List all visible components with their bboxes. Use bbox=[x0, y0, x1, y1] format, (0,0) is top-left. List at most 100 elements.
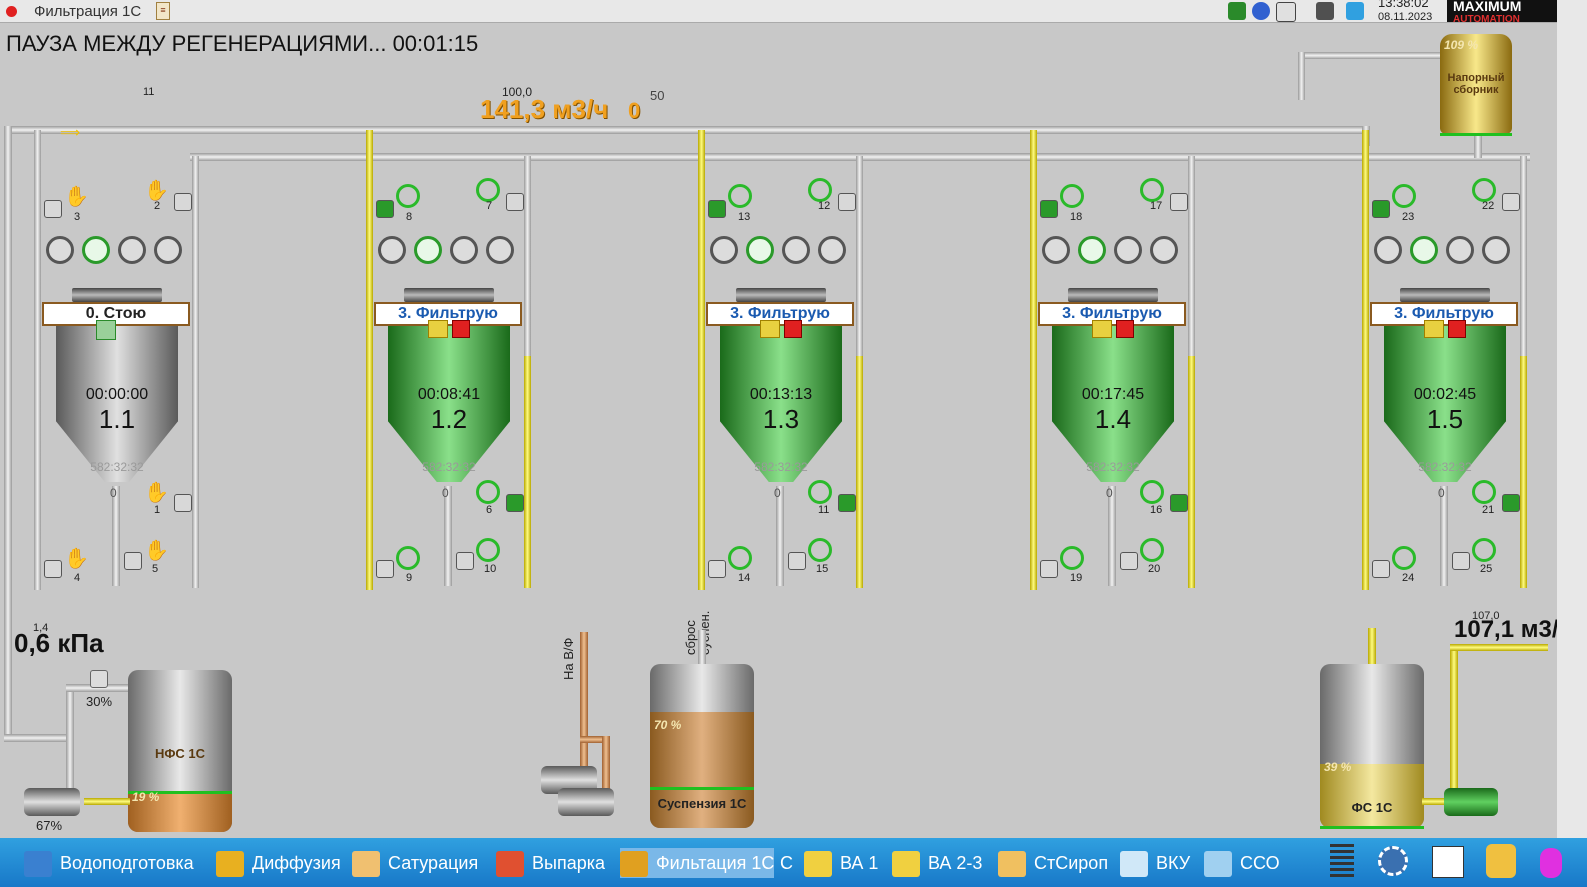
stop-icon[interactable] bbox=[1448, 320, 1466, 338]
valve-15[interactable] bbox=[788, 552, 806, 570]
auto-mode-icon[interactable] bbox=[1472, 178, 1496, 202]
valve-23[interactable] bbox=[1372, 200, 1390, 218]
auto-mode-icon[interactable] bbox=[476, 178, 500, 202]
plus-icon[interactable] bbox=[1228, 2, 1246, 20]
pause-icon[interactable] bbox=[760, 320, 780, 338]
auto-mode-icon[interactable] bbox=[1140, 538, 1164, 562]
document-icon[interactable]: ≡ bbox=[156, 2, 170, 20]
auto-mode-icon[interactable] bbox=[728, 184, 752, 208]
chat-icon[interactable] bbox=[1252, 2, 1270, 20]
valve-21[interactable] bbox=[1502, 494, 1520, 512]
valve-11[interactable] bbox=[838, 494, 856, 512]
network-icon[interactable] bbox=[1276, 2, 1296, 22]
stop-sign-icon[interactable] bbox=[1150, 236, 1178, 264]
filter-mode[interactable]: 3. Фильтрую bbox=[1370, 302, 1518, 326]
stop-icon[interactable] bbox=[784, 320, 802, 338]
valve-4[interactable] bbox=[44, 560, 62, 578]
valve-17[interactable] bbox=[1170, 193, 1188, 211]
valve-18[interactable] bbox=[1040, 200, 1058, 218]
auto-mode-icon[interactable] bbox=[808, 480, 832, 504]
lock-icon[interactable] bbox=[378, 236, 406, 264]
auto-mode-icon[interactable] bbox=[1060, 184, 1084, 208]
telegram-icon[interactable] bbox=[1346, 2, 1364, 20]
taskbar-item[interactable]: С bbox=[780, 848, 793, 878]
taskbar-item[interactable]: Водоподготовка bbox=[24, 848, 194, 878]
auto-mode-icon[interactable] bbox=[476, 480, 500, 504]
cup-icon[interactable] bbox=[118, 236, 146, 264]
taskbar-item[interactable]: Выпарка bbox=[496, 848, 605, 878]
auto-mode-icon[interactable] bbox=[1060, 546, 1084, 570]
filter-mode[interactable]: 3. Фильтрую bbox=[374, 302, 522, 326]
valve-24[interactable] bbox=[1372, 560, 1390, 578]
lock-icon[interactable] bbox=[1374, 236, 1402, 264]
auto-mode-icon[interactable] bbox=[476, 538, 500, 562]
cup-icon[interactable] bbox=[1114, 236, 1142, 264]
valve-7[interactable] bbox=[506, 193, 524, 211]
timer-icon[interactable] bbox=[414, 236, 442, 264]
engineer-icon[interactable] bbox=[1486, 844, 1516, 878]
valve-5[interactable] bbox=[124, 552, 142, 570]
cup-icon[interactable] bbox=[1446, 236, 1474, 264]
valve-2[interactable] bbox=[174, 193, 192, 211]
manual-hand-icon[interactable]: ✋ bbox=[64, 184, 89, 209]
user-icon[interactable] bbox=[1316, 2, 1334, 20]
vertical-scrollbar[interactable] bbox=[1557, 22, 1587, 838]
auto-mode-icon[interactable] bbox=[396, 184, 420, 208]
taskbar-item[interactable]: Сатурация bbox=[352, 848, 478, 878]
timer-icon[interactable] bbox=[1078, 236, 1106, 264]
manual-hand-icon[interactable]: ✋ bbox=[144, 480, 169, 505]
auto-mode-icon[interactable] bbox=[1472, 480, 1496, 504]
auto-mode-icon[interactable] bbox=[1392, 546, 1416, 570]
chart-icon[interactable] bbox=[1432, 846, 1464, 878]
stop-icon[interactable] bbox=[1116, 320, 1134, 338]
cup-icon[interactable] bbox=[782, 236, 810, 264]
auto-mode-icon[interactable] bbox=[728, 546, 752, 570]
auto-mode-icon[interactable] bbox=[1140, 480, 1164, 504]
filter-mode[interactable]: 3. Фильтрую bbox=[706, 302, 854, 326]
stop-sign-icon[interactable] bbox=[154, 236, 182, 264]
valve-22[interactable] bbox=[1502, 193, 1520, 211]
stop-sign-icon[interactable] bbox=[818, 236, 846, 264]
fs-pump-icon[interactable] bbox=[1444, 788, 1498, 816]
stop-icon[interactable] bbox=[452, 320, 470, 338]
settings-icon[interactable] bbox=[1378, 846, 1408, 876]
timer-icon[interactable] bbox=[1410, 236, 1438, 264]
nfs-pump-icon[interactable] bbox=[24, 788, 80, 816]
lock-icon[interactable] bbox=[710, 236, 738, 264]
taskbar-item[interactable]: Фильтация 1С bbox=[620, 848, 775, 878]
lock-icon[interactable] bbox=[1042, 236, 1070, 264]
valve-19[interactable] bbox=[1040, 560, 1058, 578]
auto-mode-icon[interactable] bbox=[1140, 178, 1164, 202]
taskbar-item[interactable]: ВА 1 bbox=[804, 848, 878, 878]
valve-3[interactable] bbox=[44, 200, 62, 218]
auto-mode-icon[interactable] bbox=[396, 546, 420, 570]
manual-hand-icon[interactable]: ✋ bbox=[64, 546, 89, 571]
close-icon[interactable] bbox=[6, 6, 17, 17]
pause-icon[interactable] bbox=[428, 320, 448, 338]
timer-icon[interactable] bbox=[82, 236, 110, 264]
auto-mode-icon[interactable] bbox=[1392, 184, 1416, 208]
taskbar-item[interactable]: СтСироп bbox=[998, 848, 1108, 878]
lock-icon[interactable] bbox=[46, 236, 74, 264]
valve-13[interactable] bbox=[708, 200, 726, 218]
valve-14[interactable] bbox=[708, 560, 726, 578]
valve-16[interactable] bbox=[1170, 494, 1188, 512]
menu-icon[interactable] bbox=[1330, 844, 1354, 878]
valve-10[interactable] bbox=[456, 552, 474, 570]
valve-1[interactable] bbox=[174, 494, 192, 512]
hand-icon[interactable] bbox=[1540, 848, 1562, 878]
pause-icon[interactable] bbox=[1424, 320, 1444, 338]
valve-6[interactable] bbox=[506, 494, 524, 512]
cup-icon[interactable] bbox=[450, 236, 478, 264]
filter-mode[interactable]: 0. Стою bbox=[42, 302, 190, 326]
filter-mode[interactable]: 3. Фильтрую bbox=[1038, 302, 1186, 326]
auto-mode-icon[interactable] bbox=[808, 178, 832, 202]
valve-9[interactable] bbox=[376, 560, 394, 578]
auto-mode-icon[interactable] bbox=[808, 538, 832, 562]
pause-icon[interactable] bbox=[1092, 320, 1112, 338]
valve-8[interactable] bbox=[376, 200, 394, 218]
taskbar-item[interactable]: ВКУ bbox=[1120, 848, 1190, 878]
manual-hand-icon[interactable]: ✋ bbox=[144, 538, 169, 563]
stop-sign-icon[interactable] bbox=[1482, 236, 1510, 264]
taskbar-item[interactable]: ССО bbox=[1204, 848, 1280, 878]
